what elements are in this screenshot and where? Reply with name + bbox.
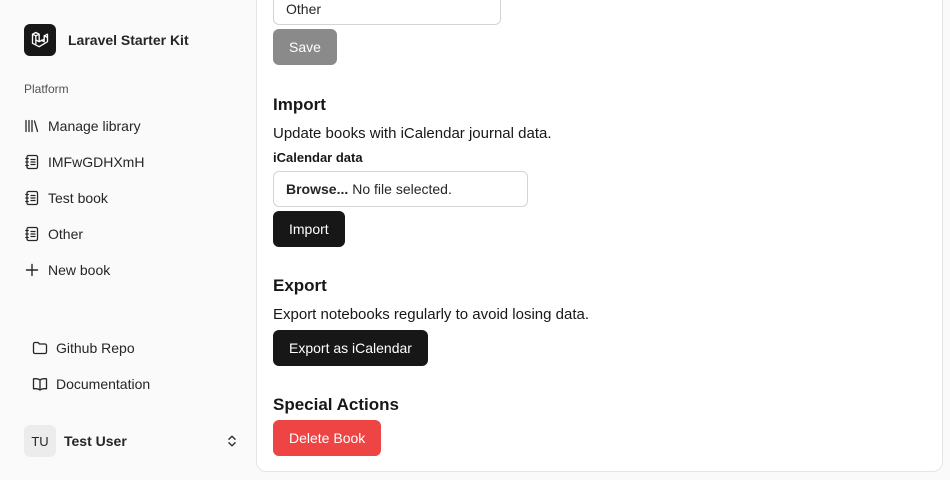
avatar: TU: [24, 425, 56, 457]
plus-icon: [24, 262, 40, 278]
nav-group-label: Platform: [24, 82, 69, 96]
notebook-icon: [24, 226, 40, 242]
file-status: No file selected.: [352, 181, 452, 197]
import-button[interactable]: Import: [273, 211, 345, 247]
export-description: Export notebooks regularly to avoid losi…: [273, 306, 590, 323]
icalendar-data-label: iCalendar data: [273, 150, 363, 165]
sidebar: Laravel Starter Kit Platform Manage libr…: [0, 0, 256, 480]
folder-icon: [32, 340, 48, 356]
browse-button[interactable]: Browse...: [286, 181, 348, 197]
sidebar-item-test-book[interactable]: Test book: [24, 180, 240, 216]
sidebar-item-github-repo[interactable]: Github Repo: [32, 330, 240, 366]
sidebar-item-documentation[interactable]: Documentation: [32, 366, 240, 402]
notebook-icon: [24, 190, 40, 206]
export-icalendar-button[interactable]: Export as iCalendar: [273, 330, 428, 366]
import-description: Update books with iCalendar journal data…: [273, 125, 552, 142]
sidebar-footer-nav: Github Repo Documentation: [32, 330, 240, 402]
icalendar-file-input[interactable]: Browse... No file selected.: [273, 171, 528, 207]
sidebar-item-label: Github Repo: [56, 340, 135, 356]
user-name: Test User: [64, 433, 127, 449]
chevrons-up-down-icon: [224, 433, 240, 449]
sidebar-item-other[interactable]: Other: [24, 216, 240, 252]
sidebar-nav: Manage library IMFwGDHXmH Test book Othe…: [24, 108, 240, 288]
save-button[interactable]: Save: [273, 29, 337, 65]
laravel-logo-icon: [24, 24, 56, 56]
book-open-icon: [32, 376, 48, 392]
sidebar-item-label: IMFwGDHXmH: [48, 154, 145, 170]
app-name: Laravel Starter Kit: [68, 32, 189, 48]
brand[interactable]: Laravel Starter Kit: [24, 24, 189, 56]
special-actions-heading: Special Actions: [273, 395, 399, 414]
sidebar-item-label: Manage library: [48, 118, 141, 134]
sidebar-item-label: New book: [48, 262, 111, 278]
import-heading: Import: [273, 95, 326, 114]
book-select[interactable]: Other: [273, 0, 501, 25]
sidebar-item-label: Documentation: [56, 376, 151, 392]
sidebar-item-label: Test book: [48, 190, 108, 206]
sidebar-item-new-book[interactable]: New book: [24, 252, 240, 288]
book-select-value: Other: [286, 1, 322, 17]
sidebar-item-label: Other: [48, 226, 84, 242]
user-menu[interactable]: TU Test User: [24, 424, 240, 458]
library-icon: [24, 118, 40, 134]
sidebar-item-manage-library[interactable]: Manage library: [24, 108, 240, 144]
main-panel: Other Save Import Update books with iCal…: [256, 0, 943, 472]
sidebar-item-imfwgdhxmh[interactable]: IMFwGDHXmH: [24, 144, 240, 180]
notebook-icon: [24, 154, 40, 170]
export-heading: Export: [273, 276, 327, 295]
delete-book-button[interactable]: Delete Book: [273, 420, 382, 456]
